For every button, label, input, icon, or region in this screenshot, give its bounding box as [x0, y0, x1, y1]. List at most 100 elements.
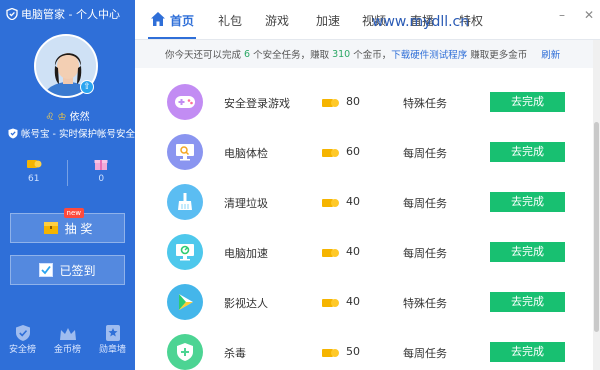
scrollbar-thumb[interactable]: [594, 122, 599, 332]
tab-games[interactable]: 游戏: [265, 12, 289, 29]
tab-home[interactable]: 首页: [170, 12, 194, 29]
gamepad-icon: [167, 84, 203, 120]
task-list-scrollbar[interactable]: [593, 40, 600, 370]
task-reward: 40: [346, 195, 360, 208]
medal-wall-label: 勋章墙: [98, 345, 126, 355]
notice-text-4: 赚取更多金币: [470, 50, 528, 61]
checkbox-checked-icon: [39, 263, 54, 277]
coin-rank-link[interactable]: 金币榜: [45, 320, 90, 370]
task-row: 清理垃圾 40 每周任务 去完成: [135, 176, 593, 226]
minimize-button[interactable]: –: [559, 8, 565, 22]
gift-icon: [94, 160, 108, 170]
lottery-button[interactable]: new 抽 奖: [10, 208, 125, 243]
task-reward: 40: [346, 245, 360, 258]
tab-speedup[interactable]: 加速: [316, 12, 340, 29]
pc-manager-logo-icon: [6, 8, 18, 20]
tab-gifts[interactable]: 礼包: [218, 12, 242, 29]
task-type: 每周任务: [403, 247, 447, 260]
medal-icon: [105, 325, 120, 341]
account-security-text: 帐号宝 - 实时保护帐号安全: [21, 129, 135, 140]
task-name: 杀毒: [224, 347, 246, 360]
coin-icon: [322, 149, 339, 157]
task-type: 特殊任务: [403, 97, 447, 110]
coin-stat[interactable]: 61: [0, 156, 68, 184]
task-name: 影视达人: [224, 297, 268, 310]
notice-coins: 310: [332, 48, 351, 60]
app-title: 电脑管家 - 个人中心: [21, 8, 120, 21]
refresh-link[interactable]: 刷新: [541, 47, 560, 61]
crown-icon: [59, 328, 76, 340]
task-notice-bar: 你今天还可以完成 6 个安全任务，赚取 310 个金币， 下载硬件测试程序 赚取…: [135, 40, 593, 68]
task-type: 特殊任务: [403, 297, 447, 310]
coin-icon: [322, 349, 339, 357]
task-name: 电脑加速: [224, 247, 268, 260]
shield-check-icon: [15, 325, 30, 341]
close-button[interactable]: ✕: [584, 8, 594, 22]
account-security-row[interactable]: 帐号宝 - 实时保护帐号安全: [8, 126, 135, 140]
task-row: 杀毒 50 每周任务 去完成: [135, 326, 593, 370]
notice-text-1: 你今天还可以完成: [165, 50, 242, 61]
task-reward: 50: [346, 345, 360, 358]
task-type: 每周任务: [403, 147, 447, 160]
download-hardware-test-link[interactable]: 下载硬件测试程序: [391, 47, 467, 61]
security-rank-link[interactable]: 安全榜: [0, 320, 45, 370]
task-reward: 40: [346, 295, 360, 308]
coin-icon: [322, 299, 339, 307]
broom-icon: [167, 184, 203, 220]
new-badge: new: [63, 208, 84, 218]
task-type: 每周任务: [403, 197, 447, 210]
avatar-edit-badge[interactable]: ⇧: [80, 80, 94, 94]
gift-count: 0: [98, 174, 105, 184]
vip-crown-icon: ♔: [57, 112, 67, 123]
medal-wall-link[interactable]: 勋章墙: [90, 320, 135, 370]
task-row: 电脑加速 40 每周任务 去完成: [135, 226, 593, 276]
coin-icon: [322, 199, 339, 207]
task-name: 安全登录游戏: [224, 97, 290, 110]
complete-task-button[interactable]: 去完成: [490, 242, 565, 262]
gift-stat[interactable]: 0: [68, 156, 136, 184]
user-name: 依然: [69, 112, 90, 123]
complete-task-button[interactable]: 去完成: [490, 192, 565, 212]
task-row: 电脑体检 60 每周任务 去完成: [135, 126, 593, 176]
stats-divider: [67, 160, 68, 186]
video-play-icon: [167, 284, 203, 320]
lottery-label: 抽 奖: [64, 221, 93, 236]
task-name: 电脑体检: [224, 147, 268, 160]
home-icon: [151, 12, 165, 26]
level-icon: ♌: [45, 112, 55, 123]
complete-task-button[interactable]: 去完成: [490, 92, 565, 112]
user-name-row: ♌ ♔ 依然: [0, 108, 135, 123]
speed-monitor-icon: [167, 234, 203, 270]
notice-text-3: 个金币，: [353, 50, 392, 61]
app-title-bar: 电脑管家 - 个人中心: [6, 6, 120, 22]
treasure-chest-icon: [43, 222, 58, 234]
sidebar-bottom-nav: 安全榜 金币榜 勋章墙: [0, 320, 135, 370]
task-reward: 60: [346, 145, 360, 158]
monitor-check-icon: [167, 134, 203, 170]
active-tab-indicator: [148, 37, 196, 39]
checkin-label: 已签到: [59, 263, 96, 278]
task-reward: 80: [346, 95, 360, 108]
notice-text-2: 个安全任务，赚取: [253, 50, 330, 61]
sidebar: 电脑管家 - 个人中心 ⇧ ♌ ♔ 依然 帐号宝 - 实时保护帐号安全 61 0…: [0, 0, 135, 370]
complete-task-button[interactable]: 去完成: [490, 342, 565, 362]
task-row: 影视达人 40 特殊任务 去完成: [135, 276, 593, 326]
coin-rank-label: 金币榜: [53, 345, 81, 355]
coin-icon: [322, 249, 339, 257]
complete-task-button[interactable]: 去完成: [490, 292, 565, 312]
watermark: www.mydll.cn: [372, 14, 470, 30]
coins-icon: [26, 160, 42, 168]
coin-count: 61: [28, 174, 40, 184]
notice-tasks-left: 6: [244, 48, 251, 60]
task-list: 安全登录游戏 80 特殊任务 去完成 电脑体检 60 每周任务 去完成 清理垃圾…: [135, 68, 593, 370]
complete-task-button[interactable]: 去完成: [490, 142, 565, 162]
shield-plus-icon: [167, 334, 203, 370]
task-name: 清理垃圾: [224, 197, 268, 210]
coin-icon: [322, 99, 339, 107]
checkin-button[interactable]: 已签到: [10, 255, 125, 285]
shield-icon: [8, 128, 18, 138]
security-rank-label: 安全榜: [8, 345, 36, 355]
task-type: 每周任务: [403, 347, 447, 360]
task-row: 安全登录游戏 80 特殊任务 去完成: [135, 76, 593, 126]
top-tab-bar: 首页 礼包 游戏 加速 视频 直播 特权 – ✕: [135, 0, 600, 40]
